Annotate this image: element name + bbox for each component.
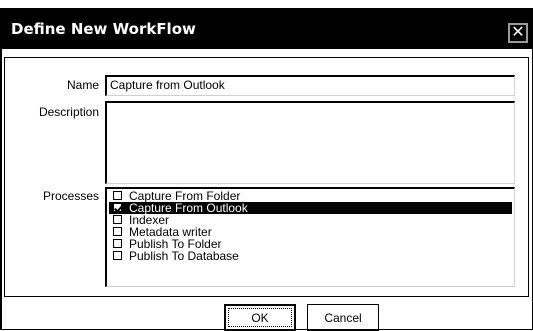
- form-panel: Name Capture from Outlook Description Pr…: [4, 57, 529, 297]
- process-checkbox[interactable]: [113, 215, 122, 224]
- process-checkbox[interactable]: [113, 191, 122, 200]
- description-label: Description: [38, 105, 99, 119]
- dialog-window: Define New WorkFlow ✕ Name Capture from …: [0, 8, 533, 331]
- ok-button[interactable]: OK: [224, 304, 296, 331]
- process-checkbox[interactable]: [113, 227, 122, 236]
- dialog-title: Define New WorkFlow: [11, 20, 196, 38]
- process-item-label: Publish To Database: [129, 249, 239, 263]
- process-checkbox[interactable]: [113, 251, 122, 260]
- process-item-capture-from-outlook[interactable]: Capture From Outlook: [109, 202, 512, 214]
- cancel-button[interactable]: Cancel: [307, 304, 379, 331]
- description-field[interactable]: [105, 101, 515, 184]
- processes-label: Processes: [42, 189, 99, 203]
- processes-list[interactable]: Capture From Folder Capture From Outlook…: [105, 187, 515, 287]
- name-label: Name: [66, 78, 99, 92]
- process-checkbox[interactable]: [113, 239, 122, 248]
- title-bar[interactable]: Define New WorkFlow ✕: [2, 9, 532, 49]
- process-checkbox[interactable]: [113, 203, 122, 212]
- process-item-publish-to-database[interactable]: Publish To Database: [109, 250, 512, 262]
- name-field[interactable]: Capture from Outlook: [105, 75, 515, 96]
- close-icon[interactable]: ✕: [508, 23, 528, 43]
